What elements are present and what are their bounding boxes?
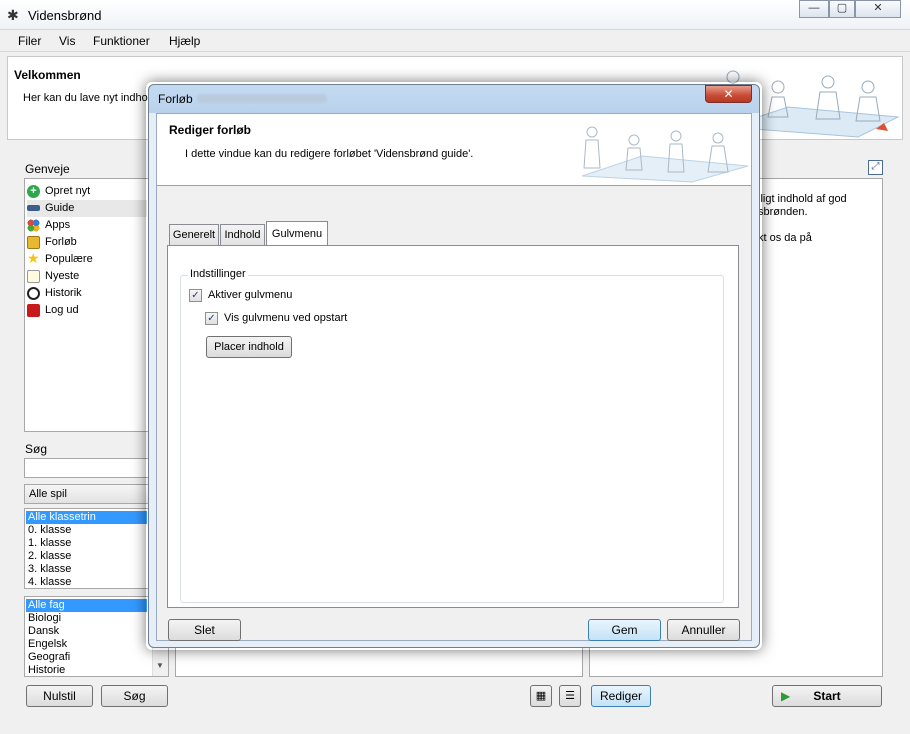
- sidebar-item-historik[interactable]: Historik: [27, 285, 147, 302]
- sidebar-item-apps[interactable]: Apps: [27, 217, 147, 234]
- list-item[interactable]: Historie: [26, 664, 147, 677]
- dialog-header-text: I dette vindue kan du redigere forløbet …: [185, 148, 474, 160]
- game-filter-value: Alle spil: [29, 488, 67, 500]
- sidebar-item-label: Forløb: [45, 236, 77, 248]
- sidebar-item-populaere[interactable]: ★ Populære: [27, 251, 147, 268]
- scroll-down-icon[interactable]: ▼: [156, 661, 164, 670]
- sidebar-item-label: Apps: [45, 219, 71, 231]
- delete-button[interactable]: Slet: [168, 619, 241, 641]
- enable-gulvmenu-checkbox[interactable]: ✓: [189, 289, 202, 302]
- sidebar-item-forloeb[interactable]: Forløb: [27, 234, 147, 251]
- app-bee-icon: ✱: [7, 7, 19, 23]
- menu-hjaelp[interactable]: Hjælp: [169, 34, 200, 48]
- sidebar-item-label: Nyeste: [45, 270, 80, 282]
- list-item[interactable]: Alle klassetrin: [26, 511, 147, 524]
- sidebar-item-label: Guide: [45, 202, 75, 214]
- sidebar-item-label: Populære: [45, 253, 93, 265]
- search-button[interactable]: Søg: [101, 685, 168, 707]
- info-line: [758, 219, 847, 232]
- menu-vis[interactable]: Vis: [59, 34, 75, 48]
- expand-icon[interactable]: ⤢: [868, 160, 883, 175]
- info-line: lligt indhold af god: [758, 193, 847, 205]
- reset-button[interactable]: Nulstil: [26, 685, 93, 707]
- edit-course-dialog: Forløb ✕ Rediger forløb I dette vindue k…: [148, 84, 760, 648]
- info-line: sbrønden.: [758, 206, 808, 218]
- dialog-body: Rediger forløb I dette vindue kan du red…: [156, 113, 752, 641]
- dialog-kids-illustration-icon: [581, 126, 749, 183]
- apps-icon: [27, 219, 40, 232]
- cancel-button[interactable]: Annuller: [667, 619, 740, 641]
- folder-icon: [27, 236, 40, 249]
- search-title: Søg: [25, 442, 48, 456]
- welcome-title: Velkommen: [14, 68, 81, 82]
- sidebar-item-opret-nyt[interactable]: + Opret nyt: [27, 183, 147, 200]
- list-item[interactable]: 2. klasse: [26, 550, 147, 563]
- sidebar-item-label: Log ud: [45, 304, 79, 316]
- plus-circle-icon: +: [27, 185, 40, 198]
- dialog-header: Rediger forløb I dette vindue kan du red…: [157, 114, 751, 186]
- list-item[interactable]: Dansk: [26, 625, 147, 638]
- gulvmenu-tab-page: Indstillinger ✓ Aktiver gulvmenu ✓ Vis g…: [167, 245, 739, 608]
- list-item[interactable]: 0. klasse: [26, 524, 147, 537]
- tab-indhold[interactable]: Indhold: [220, 224, 265, 245]
- grade-list[interactable]: Alle klassetrin 0. klasse 1. klasse 2. k…: [24, 508, 151, 589]
- sidebar-item-guide[interactable]: Guide: [27, 200, 147, 217]
- clock-icon: [27, 287, 40, 300]
- logout-icon: [27, 304, 40, 317]
- start-button[interactable]: ▶ Start: [772, 685, 882, 707]
- new-page-icon: [27, 270, 40, 283]
- dialog-header-title: Rediger forløb: [169, 123, 252, 137]
- settings-groupbox: Indstillinger ✓ Aktiver gulvmenu ✓ Vis g…: [180, 268, 724, 603]
- sidebar-item-label: Opret nyt: [45, 185, 91, 197]
- signpost-icon: [27, 205, 40, 211]
- show-on-startup-checkbox[interactable]: ✓: [205, 312, 218, 325]
- list-item[interactable]: 4. klasse: [26, 576, 147, 589]
- shortcuts-title: Genveje: [25, 162, 70, 176]
- edit-button[interactable]: Rediger: [591, 685, 651, 707]
- window-titlebar: ✱ Vidensbrønd — ▢ ✕: [0, 0, 910, 30]
- dialog-close-button[interactable]: ✕: [705, 85, 752, 103]
- shortcuts-panel: + Opret nyt Guide Apps Forløb ★ Populære…: [24, 178, 151, 432]
- game-filter-select[interactable]: Alle spil: [24, 484, 151, 504]
- sidebar-item-log-ud[interactable]: Log ud: [27, 302, 147, 319]
- grid-view-icon[interactable]: ▦: [530, 685, 552, 707]
- start-label: Start: [813, 689, 841, 703]
- dialog-title-blurred: [197, 94, 327, 103]
- list-item[interactable]: Geografi: [26, 651, 147, 664]
- save-button[interactable]: Gem: [588, 619, 661, 641]
- info-line: kt os da på: [758, 232, 812, 244]
- list-item[interactable]: Alle fag: [26, 599, 147, 612]
- star-icon: ★: [27, 250, 40, 266]
- list-item[interactable]: Engelsk: [26, 638, 147, 651]
- list-item[interactable]: 1. klasse: [26, 537, 147, 550]
- dialog-title: Forløb: [158, 92, 193, 106]
- welcome-text: Her kan du lave nyt indhold: [23, 92, 157, 104]
- enable-gulvmenu-label[interactable]: Aktiver gulvmenu: [208, 289, 292, 301]
- menu-filer[interactable]: Filer: [18, 34, 41, 48]
- sidebar-item-nyeste[interactable]: Nyeste: [27, 268, 147, 285]
- show-on-startup-label[interactable]: Vis gulvmenu ved opstart: [224, 312, 347, 324]
- list-item[interactable]: 3. klasse: [26, 563, 147, 576]
- window-close-button[interactable]: ✕: [855, 0, 901, 18]
- list-item[interactable]: Biologi: [26, 612, 147, 625]
- sidebar-item-label: Historik: [45, 287, 82, 299]
- menu-funktioner[interactable]: Funktioner: [93, 34, 150, 48]
- place-content-button[interactable]: Placer indhold: [206, 336, 292, 358]
- search-input[interactable]: [24, 458, 151, 478]
- info-text: lligt indhold af god sbrønden. kt os da …: [758, 193, 847, 245]
- play-icon: ▶: [781, 689, 791, 703]
- settings-group-title: Indstillinger: [188, 268, 248, 280]
- tab-generelt[interactable]: Generelt: [169, 224, 219, 245]
- list-view-icon[interactable]: ☰: [559, 685, 581, 707]
- window-title: Vidensbrønd: [28, 8, 102, 23]
- maximize-button[interactable]: ▢: [829, 0, 855, 18]
- menubar: Filer Vis Funktioner Hjælp: [0, 30, 910, 52]
- tab-gulvmenu[interactable]: Gulvmenu: [266, 221, 328, 246]
- minimize-button[interactable]: —: [799, 0, 829, 18]
